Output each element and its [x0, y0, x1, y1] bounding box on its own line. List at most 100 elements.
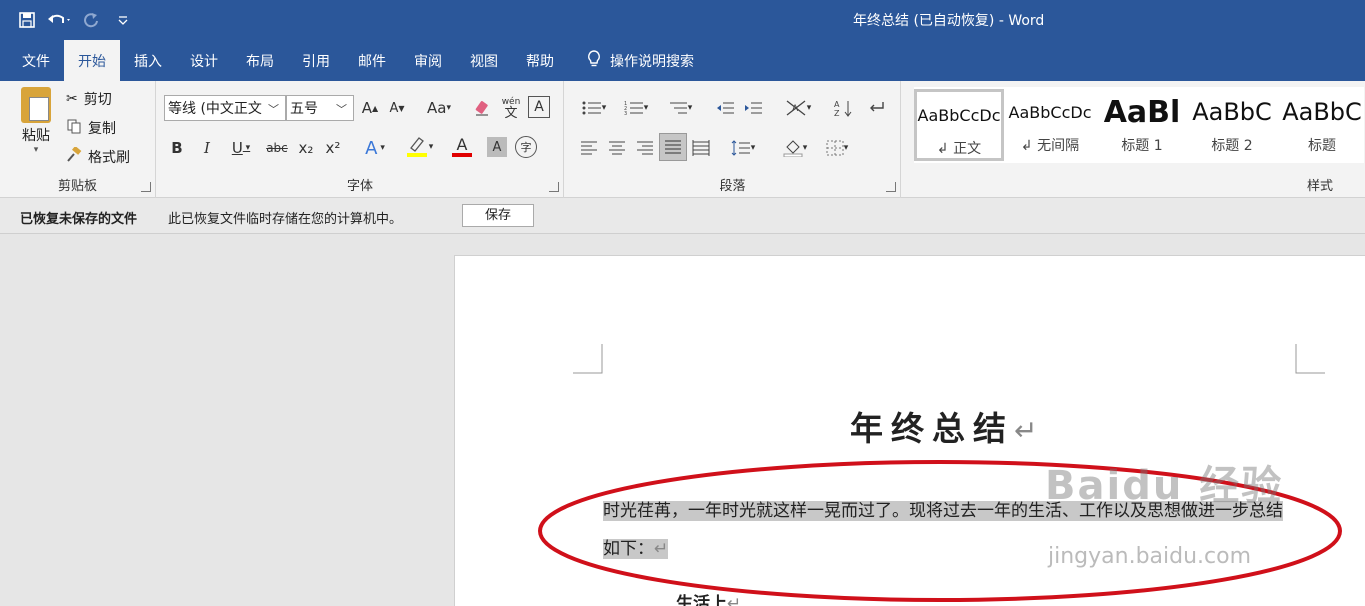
- increase-indent-icon[interactable]: [741, 97, 765, 119]
- paragraph-group-label: 段落: [719, 179, 746, 194]
- bullets-icon[interactable]: ▾: [577, 97, 611, 119]
- font-name-value: 等线 (中文正文: [168, 101, 262, 117]
- baidu-watermark-url: jingyan.baidu.com: [1048, 544, 1252, 569]
- tell-me-label: 操作说明搜索: [610, 53, 694, 70]
- tab-home[interactable]: 开始: [64, 40, 120, 81]
- character-border-icon[interactable]: A: [528, 96, 550, 118]
- crop-mark-left: [573, 344, 603, 374]
- multilevel-list-icon[interactable]: ▾: [663, 97, 697, 119]
- tab-design[interactable]: 设计: [176, 40, 232, 81]
- tab-mailings[interactable]: 邮件: [344, 40, 400, 81]
- format-painter-button[interactable]: 格式刷: [66, 145, 130, 167]
- recovery-info-bar: 已恢复未保存的文件 此已恢复文件临时存储在您的计算机中。 保存: [0, 198, 1365, 234]
- styles-gallery: AaBbCcDc ↲ 正文 AaBbCcDc ↲ 无间隔 AaBl 标题 1 A…: [914, 87, 1364, 163]
- distributed-icon[interactable]: [689, 137, 713, 159]
- highlight-color-icon[interactable]: ▾: [400, 134, 438, 160]
- font-name-combo[interactable]: 等线 (中文正文 ﹀: [164, 95, 286, 121]
- character-shading-icon[interactable]: A: [487, 137, 507, 157]
- paragraph-launcher-icon[interactable]: [886, 182, 896, 192]
- svg-text:A: A: [792, 104, 799, 114]
- styles-group-label: 样式: [1306, 179, 1333, 194]
- bold-button[interactable]: B: [167, 136, 187, 160]
- align-left-icon[interactable]: [577, 137, 601, 159]
- window-title: 年终总结 (已自动恢复) - Word: [853, 13, 1045, 29]
- text-effects-icon[interactable]: A ▾: [357, 136, 393, 160]
- style-heading-2[interactable]: AaBbC 标题 2: [1187, 89, 1277, 161]
- sort-icon[interactable]: AZ: [831, 97, 855, 119]
- line-spacing-icon[interactable]: ▾: [725, 137, 761, 159]
- clipboard-group-label: 剪贴板: [57, 179, 97, 194]
- tab-layout[interactable]: 布局: [232, 40, 288, 81]
- lightbulb-icon: [586, 49, 602, 73]
- chevron-down-icon: ﹀: [268, 103, 279, 116]
- align-center-icon[interactable]: [605, 137, 629, 159]
- ribbon-home: 粘贴 ▾ ✂ 剪切 复制 格式刷 剪贴板 等线 (中文正文 ﹀ 五号 ﹀ A ▲…: [0, 81, 1365, 198]
- document-title[interactable]: 年终总结↵: [850, 402, 1037, 450]
- grow-font-icon[interactable]: A ▲: [359, 96, 381, 120]
- shading-icon[interactable]: ▾: [777, 136, 813, 160]
- phonetic-guide-icon[interactable]: wén 文: [499, 95, 523, 121]
- enclose-characters-icon[interactable]: 字: [515, 136, 537, 158]
- scissors-icon: ✂: [66, 91, 78, 107]
- clipboard-launcher-icon[interactable]: [141, 182, 151, 192]
- tab-help[interactable]: 帮助: [512, 40, 568, 81]
- font-group: 等线 (中文正文 ﹀ 五号 ﹀ A ▲ A ▼ Aa ▾ wén 文 A B I U ▾…: [157, 81, 564, 198]
- svg-text:Z: Z: [834, 109, 840, 117]
- justify-icon[interactable]: [659, 133, 687, 161]
- paste-button[interactable]: 粘贴 ▾: [14, 87, 58, 155]
- ribbon-tabs: 文件 开始 插入 设计 布局 引用 邮件 审阅 视图 帮助 操作说明搜索: [0, 40, 1365, 81]
- customize-qat-icon[interactable]: [110, 8, 136, 32]
- svg-text:A: A: [834, 100, 840, 109]
- show-paragraph-marks-icon[interactable]: [865, 97, 889, 119]
- tell-me-search[interactable]: 操作说明搜索: [568, 40, 708, 81]
- borders-icon[interactable]: ▾: [819, 137, 855, 159]
- strikethrough-button[interactable]: abc: [263, 136, 291, 160]
- font-group-label: 字体: [346, 179, 373, 194]
- baidu-watermark: Baidu 经验: [1045, 463, 1284, 509]
- tab-insert[interactable]: 插入: [120, 40, 176, 81]
- chinese-layout-icon[interactable]: A ▾: [779, 97, 817, 119]
- style-title[interactable]: AaBbC 标题: [1277, 89, 1365, 161]
- cut-button[interactable]: ✂ 剪切: [66, 89, 112, 109]
- redo-icon[interactable]: [78, 8, 104, 32]
- underline-button[interactable]: U ▾: [223, 136, 259, 160]
- cut-label: 剪切: [83, 92, 112, 108]
- title-bar: 年终总结 (已自动恢复) - Word: [0, 0, 1365, 40]
- tab-file[interactable]: 文件: [0, 40, 64, 81]
- svg-text:3: 3: [624, 111, 627, 116]
- tab-review[interactable]: 审阅: [400, 40, 456, 81]
- font-size-value: 五号: [290, 101, 318, 117]
- superscript-button[interactable]: x²: [322, 136, 344, 160]
- clipboard-icon: [21, 87, 51, 123]
- clear-formatting-icon[interactable]: [472, 96, 494, 120]
- info-bar-title: 已恢复未保存的文件: [20, 212, 138, 227]
- format-painter-label: 格式刷: [88, 150, 130, 166]
- tab-view[interactable]: 视图: [456, 40, 512, 81]
- numbering-icon[interactable]: 1 2 3 ▾: [619, 97, 653, 119]
- paragraph-group: ▾ 1 2 3 ▾ ▾ A ▾ AZ ▾ ▾ ▾ 段落: [565, 81, 901, 198]
- copy-icon: [66, 118, 82, 138]
- style-no-spacing[interactable]: AaBbCcDc ↲ 无间隔: [1005, 89, 1095, 161]
- copy-button[interactable]: 复制: [66, 118, 116, 138]
- style-normal[interactable]: AaBbCcDc ↲ 正文: [914, 89, 1004, 161]
- align-right-icon[interactable]: [633, 137, 657, 159]
- tab-references[interactable]: 引用: [288, 40, 344, 81]
- change-case-icon[interactable]: Aa ▾: [422, 96, 456, 120]
- info-bar-message: 此已恢复文件临时存储在您的计算机中。: [168, 212, 403, 227]
- undo-icon[interactable]: [46, 8, 72, 32]
- font-size-combo[interactable]: 五号 ﹀: [286, 95, 354, 121]
- save-button[interactable]: 保存: [462, 204, 534, 227]
- chevron-down-icon: ▾: [33, 145, 39, 155]
- copy-label: 复制: [88, 121, 116, 137]
- shrink-font-icon[interactable]: A ▼: [386, 96, 408, 120]
- font-launcher-icon[interactable]: [549, 182, 559, 192]
- italic-button[interactable]: I: [197, 136, 217, 160]
- paste-label: 粘贴: [22, 128, 50, 144]
- decrease-indent-icon[interactable]: [713, 97, 737, 119]
- subscript-button[interactable]: x₂: [295, 136, 317, 160]
- font-color-icon[interactable]: A: [444, 134, 480, 160]
- style-heading-1[interactable]: AaBl 标题 1: [1097, 89, 1187, 161]
- quick-access-toolbar: [14, 8, 136, 32]
- clipboard-group: 粘贴 ▾ ✂ 剪切 复制 格式刷 剪贴板: [0, 81, 156, 198]
- save-icon[interactable]: [14, 8, 40, 32]
